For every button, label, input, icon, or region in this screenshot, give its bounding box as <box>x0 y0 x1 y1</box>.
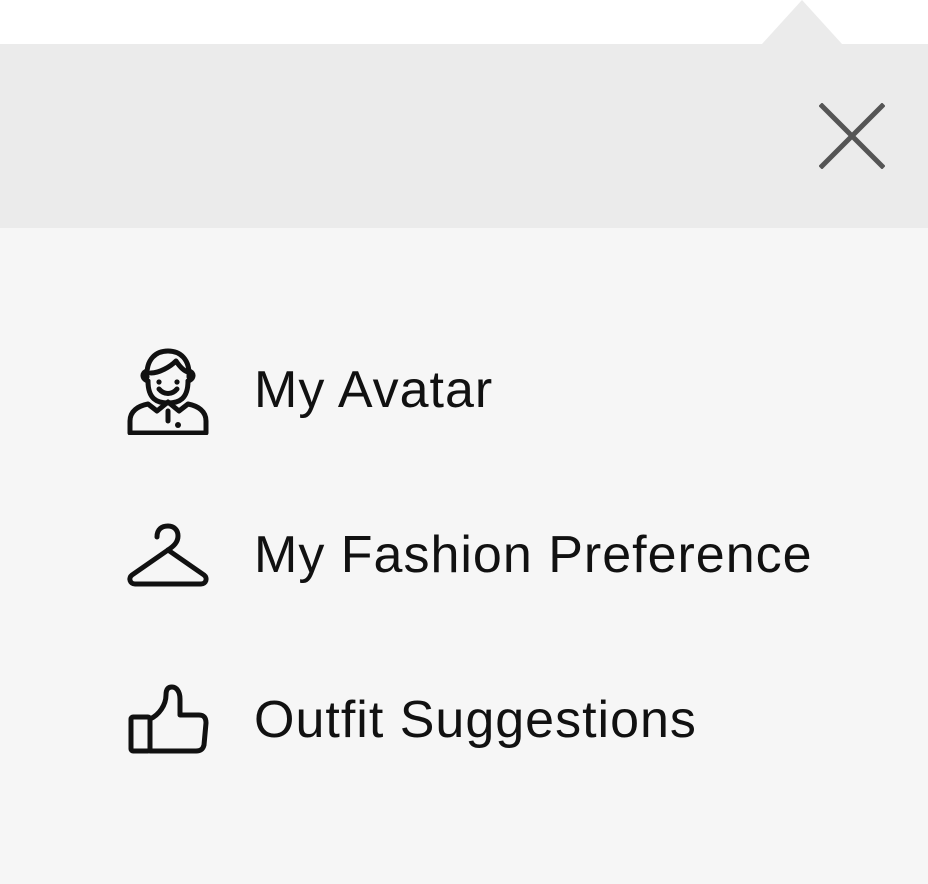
menu-item-my-avatar[interactable]: My Avatar <box>126 340 493 440</box>
avatar-icon <box>126 345 210 435</box>
menu-item-label: My Avatar <box>254 361 494 419</box>
menu-item-outfit-suggestions[interactable]: Outfit Suggestions <box>126 670 697 770</box>
menu-item-my-fashion-preference[interactable]: My Fashion Preference <box>126 505 813 605</box>
menu-body: My Avatar My Fashion Preference Outfit S… <box>0 228 928 884</box>
close-icon <box>819 103 885 169</box>
menu-item-label: My Fashion Preference <box>254 526 813 584</box>
thumbs-up-icon <box>126 675 210 765</box>
hanger-icon <box>126 510 210 600</box>
menu-header <box>0 44 928 228</box>
menu-item-label: Outfit Suggestions <box>254 691 697 749</box>
popup-arrow <box>762 0 842 44</box>
close-button[interactable] <box>804 88 900 184</box>
